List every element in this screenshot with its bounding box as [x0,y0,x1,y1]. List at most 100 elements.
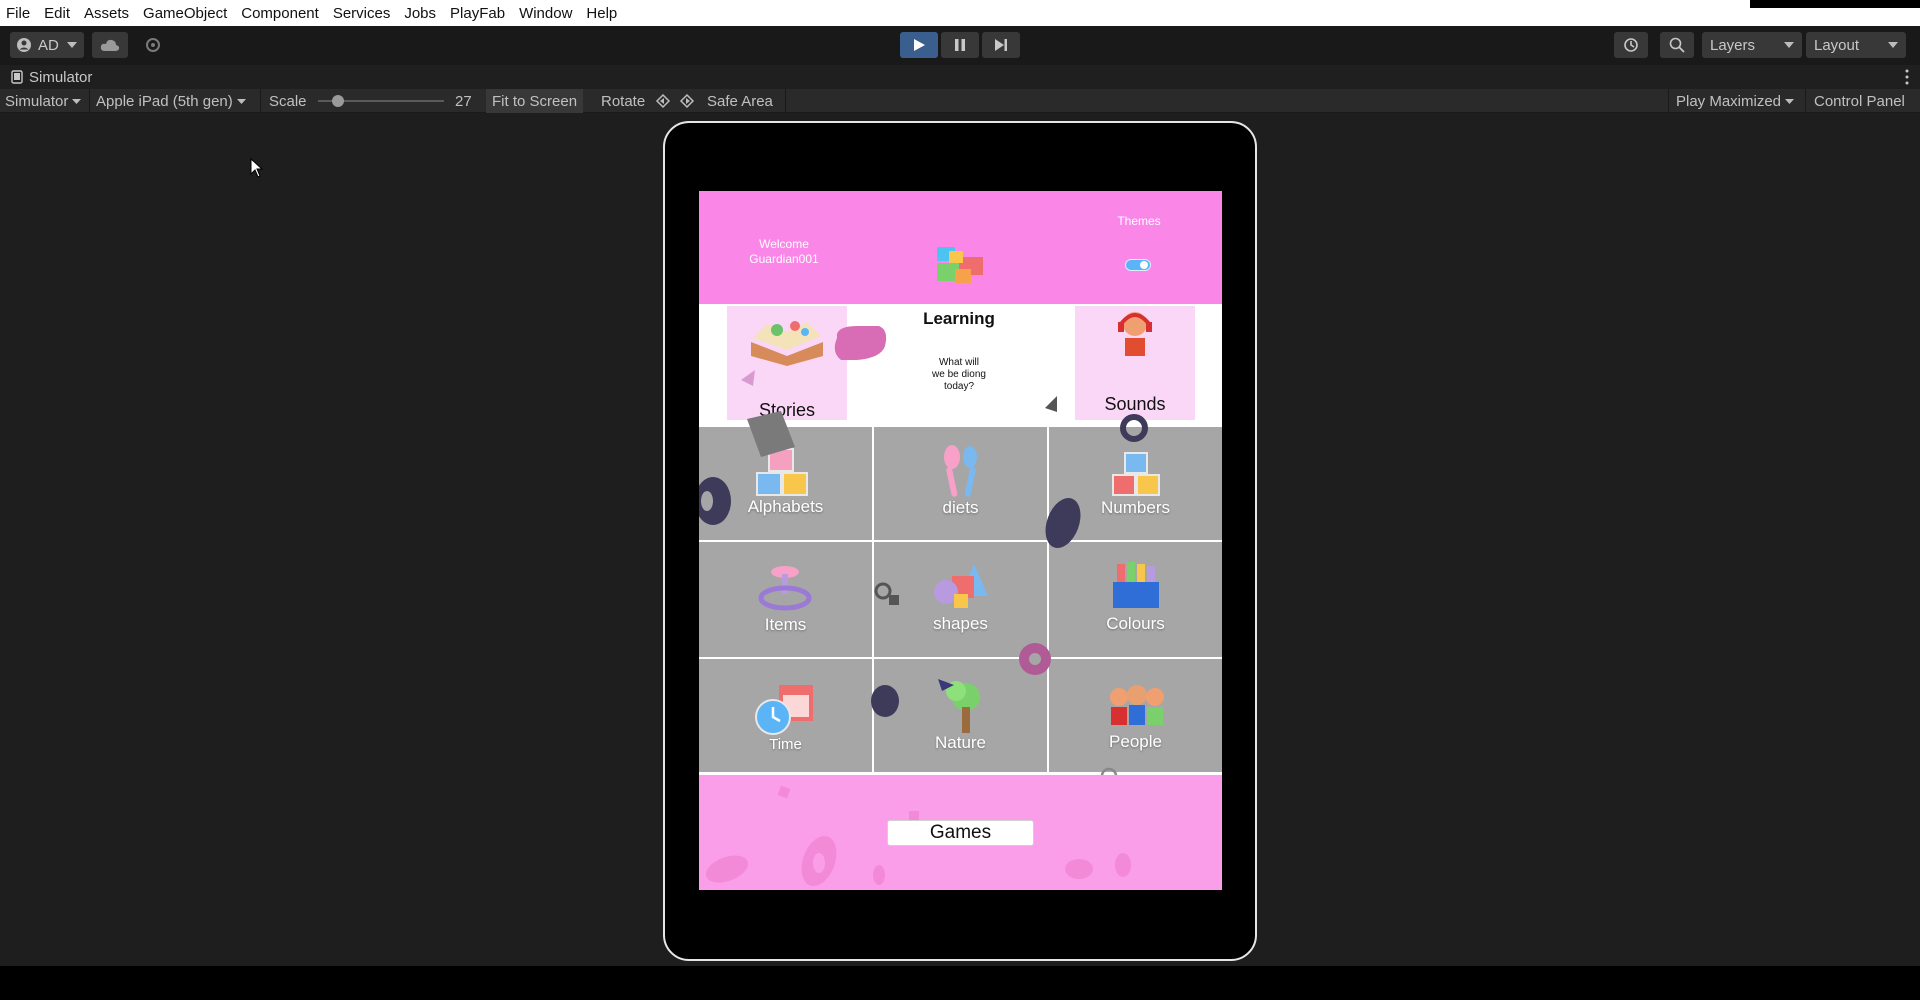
sounds-card[interactable]: Sounds [1075,306,1195,420]
chevron-down-icon [72,98,82,104]
dark-torus-shape [1045,497,1081,549]
category-label: Items [764,615,807,634]
menu-component[interactable]: Component [241,5,319,22]
grey-ring-shape [874,582,899,605]
welcome-text: Welcome Guardian001 [729,237,839,267]
grey-shard-shape [1045,396,1057,412]
collab-button[interactable] [136,32,170,58]
account-icon [17,38,31,52]
scale-label: Scale [269,92,307,110]
games-button[interactable]: Games [887,820,1034,846]
pause-button[interactable] [941,32,979,58]
cloud-icon [100,39,120,51]
play-maximized-dropdown[interactable]: Play Maximized [1676,89,1795,113]
category-label: People [1109,732,1162,751]
main-toolbar: AD Layers Layout [0,26,1920,65]
layout-dropdown[interactable]: Layout [1806,32,1906,58]
pause-icon [955,39,965,51]
control-panel-button[interactable]: Control Panel [1814,89,1905,113]
menu-edit[interactable]: Edit [44,5,70,22]
simulator-icon [11,70,23,84]
simulator-controls: Simulator Apple iPad (5th gen) Scale 27 … [0,89,1920,113]
menu-services[interactable]: Services [333,5,391,22]
slider-thumb[interactable] [332,95,344,107]
layers-label: Layers [1710,36,1756,54]
history-icon [1624,38,1638,52]
chevron-down-icon [1888,42,1898,48]
divider [1805,89,1806,113]
fit-to-screen-label: Fit to Screen [492,92,578,110]
category-items[interactable]: Items [699,542,872,657]
fit-to-screen-button[interactable]: Fit to Screen [486,89,584,113]
subtitle-line-3: today? [943,381,975,392]
step-button[interactable] [982,32,1020,58]
tree-icon [938,679,980,733]
category-label: Nature [934,733,987,752]
view-mode-dropdown[interactable]: Simulator [5,89,82,113]
layers-dropdown[interactable]: Layers [1702,32,1802,58]
category-diets[interactable]: diets [874,427,1047,540]
safe-area-toggle[interactable]: Safe Area [707,89,773,113]
category-time[interactable]: Time [699,659,872,772]
more-options-icon[interactable] [1904,69,1910,85]
crayons-icon [1113,562,1159,608]
pink-shard-shape [741,370,755,386]
sounds-label: Sounds [1104,394,1166,414]
account-dropdown[interactable]: AD [10,32,84,58]
mouse-cursor-icon [250,158,264,178]
number-blocks-icon [1112,452,1160,496]
divider [785,89,786,113]
rotate-left-button[interactable] [655,89,671,113]
divider [260,89,261,113]
menu-assets[interactable]: Assets [84,5,129,22]
learning-subtitle: What will we be diong today? [879,357,1039,393]
simulator-tab-title: Simulator [29,68,93,86]
games-footer: Games [699,775,1222,890]
play-button[interactable] [900,32,938,58]
pink-donut-shape [1019,643,1051,675]
rotate-right-icon [679,93,695,109]
status-strip [0,966,1920,1000]
device-dropdown[interactable]: Apple iPad (5th gen) [96,89,246,113]
menu-gameobject[interactable]: GameObject [143,5,227,22]
account-label: AD [38,36,59,54]
rotate-left-icon [655,93,671,109]
menu-help[interactable]: Help [586,5,617,22]
category-label: Colours [1106,614,1165,633]
shapes-icon [934,564,988,608]
book-icon [751,321,823,366]
scale-slider[interactable] [318,89,444,113]
chevron-down-icon [1784,42,1794,48]
headphones-kid-icon [1118,312,1152,356]
safe-area-label: Safe Area [707,92,773,110]
step-icon [995,39,1007,51]
menu-playfab[interactable]: PlayFab [450,5,505,22]
cloud-button[interactable] [92,32,128,58]
search-button[interactable] [1660,32,1694,58]
welcome-line: Welcome [759,237,809,251]
toy-icon [758,566,812,611]
title-strip [1750,0,1920,8]
category-people[interactable]: People [1049,659,1222,772]
category-label: Time [769,736,802,753]
utensils-icon [944,445,977,497]
gear-icon [146,38,160,52]
subtitle-line-1: What will [938,357,979,368]
divider [89,89,90,113]
simulator-tab[interactable]: Simulator [0,65,1920,89]
rotate-right-button[interactable] [679,89,695,113]
chevron-down-icon [66,42,77,48]
theme-toggle[interactable] [1125,259,1151,271]
menu-file[interactable]: File [6,5,30,22]
rotate-label: Rotate [601,92,646,110]
play-maximized-label: Play Maximized [1676,92,1782,110]
menu-jobs[interactable]: Jobs [404,5,436,22]
history-button[interactable] [1614,32,1648,58]
play-icon [914,39,925,51]
menu-window[interactable]: Window [519,5,572,22]
category-colours[interactable]: Colours [1049,542,1222,657]
themes-label: Themes [1117,214,1161,228]
app-screen: Welcome Guardian001 Themes Stories Learn… [699,191,1222,890]
menu-bar: File Edit Assets GameObject Component Se… [0,0,1920,26]
toggle-knob [1140,261,1148,269]
